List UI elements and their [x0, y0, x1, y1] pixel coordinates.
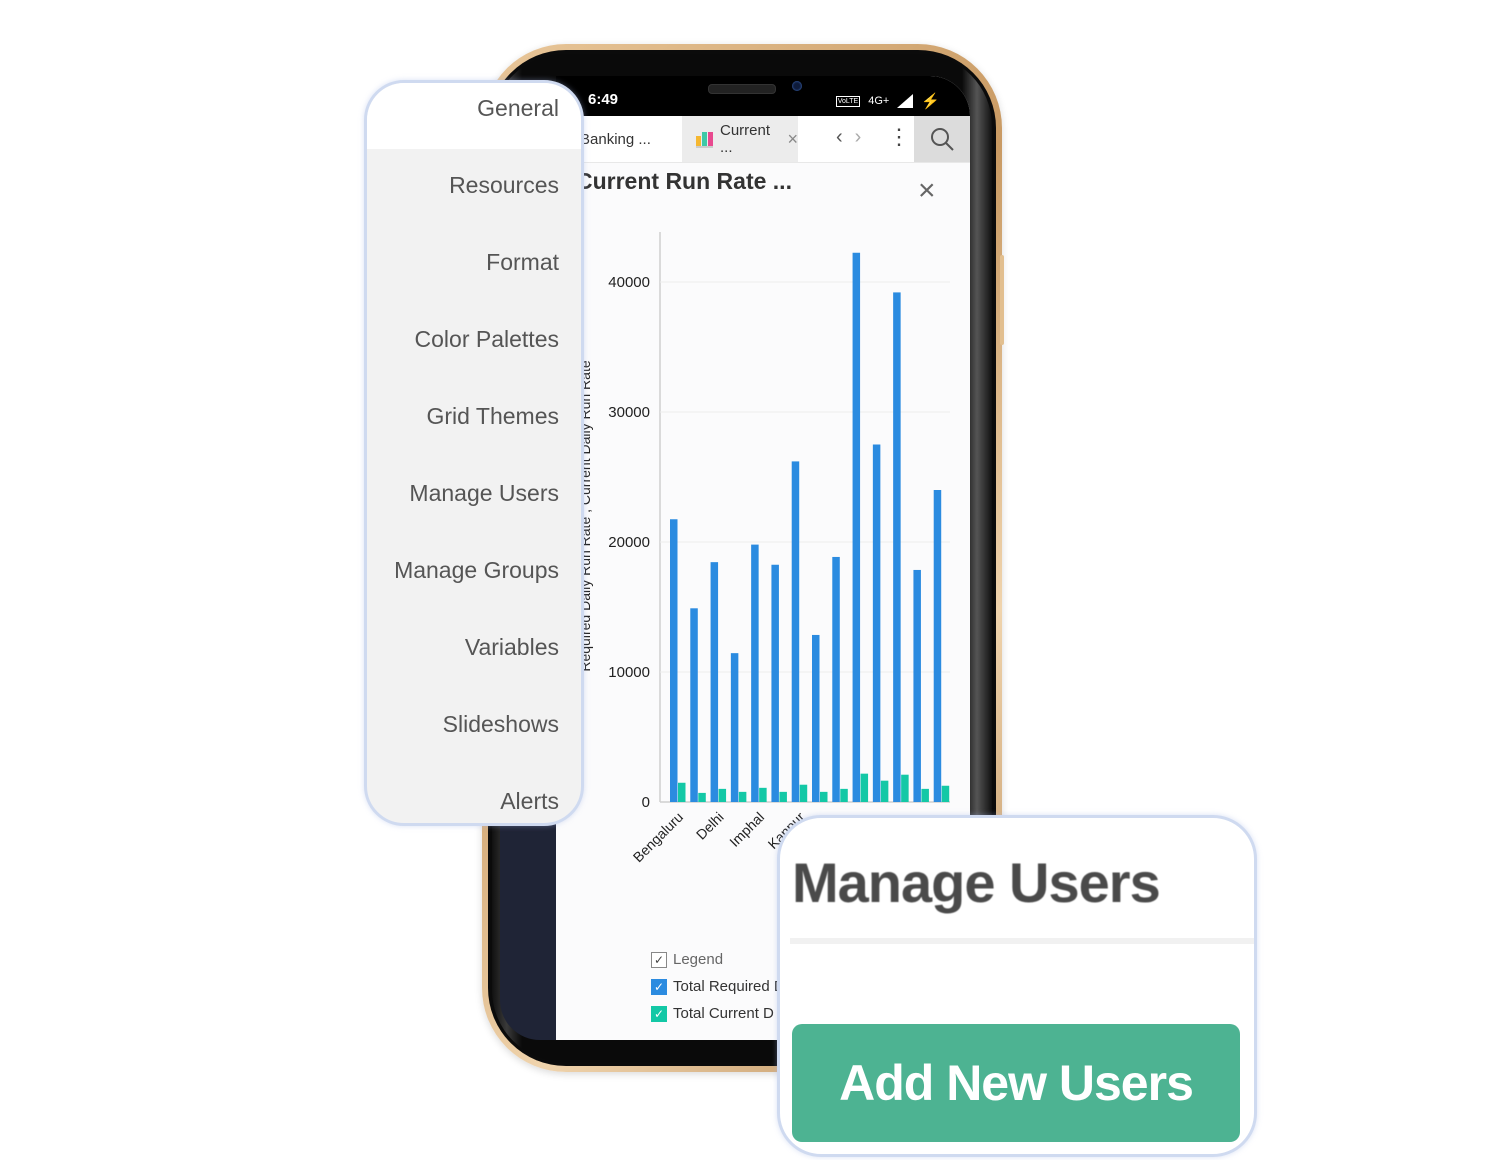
signal-icon — [897, 94, 914, 108]
bar-current — [840, 788, 848, 802]
status-bar: 6:49 VoLTE 4G+ ⚡ — [556, 76, 970, 116]
tab-banking[interactable]: Banking ... — [580, 116, 651, 162]
bar-current — [820, 791, 828, 802]
bar-required — [771, 564, 779, 802]
bar-required — [751, 544, 759, 802]
bar-current — [698, 792, 706, 802]
bar-current — [901, 774, 909, 802]
settings-item-grid-themes[interactable]: Grid Themes — [426, 403, 559, 430]
bar-required — [933, 490, 942, 802]
bar-required — [710, 562, 719, 802]
charging-icon: ⚡ — [921, 93, 940, 110]
search-icon — [931, 128, 954, 151]
volte-icon: VoLTE — [835, 95, 861, 107]
bar-required — [812, 634, 820, 802]
bar-required — [913, 569, 921, 802]
bar-current — [718, 788, 727, 802]
x-tick-label: Delhi — [693, 809, 727, 843]
settings-item-general[interactable]: General — [477, 95, 559, 122]
y-tick-label: 10000 — [608, 664, 650, 681]
settings-item-slideshows[interactable]: Slideshows — [443, 711, 559, 738]
bar-current — [941, 785, 950, 802]
front-camera — [792, 81, 802, 91]
status-time: 6:49 — [588, 91, 619, 108]
bar-current — [738, 791, 747, 802]
y-tick-label: 40000 — [608, 274, 650, 291]
chevron-right-icon[interactable]: › — [855, 126, 862, 149]
manage-users-title: Manage Users — [792, 851, 1161, 914]
bar-required — [670, 519, 678, 802]
y-tick-label: 20000 — [608, 534, 650, 551]
bar-required — [730, 653, 739, 802]
settings-item-variables[interactable]: Variables — [465, 634, 559, 661]
legend-item-current[interactable]: ✓ Total Current D — [651, 1000, 785, 1027]
search-button[interactable] — [914, 116, 970, 162]
x-tick-label: Bengaluru — [630, 809, 686, 865]
settings-item-resources[interactable]: Resources — [449, 172, 559, 199]
more-options-icon[interactable]: ⋮ — [888, 124, 910, 150]
status-icons: VoLTE 4G+ ⚡ — [835, 92, 940, 110]
close-icon[interactable]: × — [918, 174, 936, 208]
chart-legend: ✓ Legend ✓ Total Required D ✓ Total Curr… — [651, 946, 785, 1027]
bar-current — [779, 791, 787, 802]
bar-current — [759, 787, 767, 802]
chevron-left-icon[interactable]: ‹ — [836, 126, 843, 149]
bar-current — [880, 780, 889, 802]
settings-item-alerts[interactable]: Alerts — [500, 788, 559, 815]
speaker-grille — [708, 84, 776, 94]
series-checkbox[interactable]: ✓ — [651, 978, 667, 995]
screen-dark-strip — [500, 800, 556, 1040]
settings-item-manage-groups[interactable]: Manage Groups — [394, 557, 559, 584]
settings-item-manage-users[interactable]: Manage Users — [409, 480, 559, 507]
phone-side-button — [1000, 255, 1004, 345]
settings-item-format[interactable]: Format — [486, 249, 559, 276]
bar-current — [860, 773, 869, 802]
tab-bar: Banking ... Current ... × ‹ › ⋮ — [556, 116, 970, 163]
close-tab-icon[interactable]: × — [787, 129, 798, 150]
tab-current-run-rate[interactable]: Current ... × — [682, 116, 798, 162]
divider — [790, 938, 1254, 944]
y-tick-label: 30000 — [608, 404, 650, 421]
bar-required — [872, 444, 881, 802]
series-checkbox[interactable]: ✓ — [651, 1005, 667, 1022]
bar-current — [921, 788, 929, 802]
tab-label: Current ... — [720, 122, 771, 156]
legend-label: Total Required D — [673, 978, 785, 995]
manage-users-card: Manage Users Add New Users — [777, 815, 1257, 1157]
x-tick-label: Imphal — [726, 809, 767, 850]
bar-required — [690, 608, 698, 802]
y-tick-label: 0 — [642, 794, 650, 811]
legend-header[interactable]: ✓ Legend — [651, 946, 785, 973]
tab-navigation: ‹ › — [836, 126, 861, 149]
legend-title: Legend — [673, 951, 724, 968]
bar-required — [832, 556, 840, 802]
report-title: Current Run Rate ... — [576, 168, 792, 194]
network-type: 4G+ — [868, 95, 890, 107]
legend-label: Total Current D — [673, 1005, 774, 1022]
bar-current — [678, 782, 686, 802]
bar-required — [893, 292, 901, 802]
bar-required — [852, 252, 861, 802]
add-new-users-button[interactable]: Add New Users — [792, 1024, 1240, 1142]
bar-chart-icon — [696, 130, 713, 148]
bar-current — [799, 784, 808, 802]
settings-item-color-palettes[interactable]: Color Palettes — [415, 326, 559, 353]
legend-toggle-checkbox[interactable]: ✓ — [651, 951, 667, 968]
legend-item-required[interactable]: ✓ Total Required D — [651, 973, 785, 1000]
bar-required — [791, 461, 800, 802]
settings-menu-panel: General Resources Format Color Palettes Grid… — [364, 80, 584, 826]
tab-label: Banking ... — [580, 130, 651, 148]
